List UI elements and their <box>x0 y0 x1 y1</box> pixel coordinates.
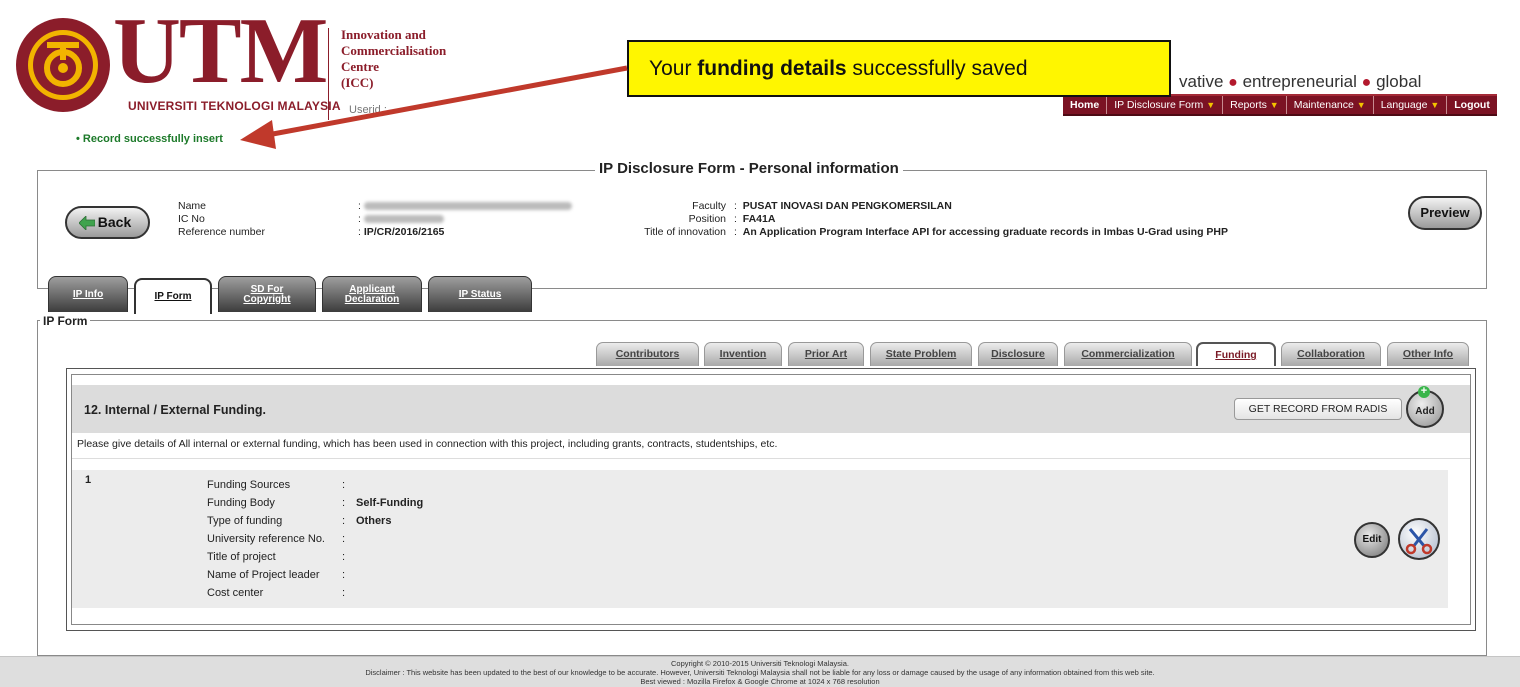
tab-prior-art[interactable]: Prior Art <box>788 342 864 366</box>
funding-body-value: Self-Funding <box>356 497 424 509</box>
record-number: 1 <box>85 474 92 486</box>
colon: : <box>342 551 346 563</box>
menu-reports[interactable]: Reports ▼ <box>1223 96 1287 114</box>
reference-value: : IP/CR/2016/2165 <box>358 226 445 238</box>
success-message: • Record successfully insert <box>76 133 223 145</box>
annotation-callout: Your funding details successfully saved <box>627 40 1171 97</box>
delete-button[interactable] <box>1398 518 1440 560</box>
caret-down-icon: ▼ <box>1206 100 1216 110</box>
tab-commercialization[interactable]: Commercialization <box>1064 342 1192 366</box>
main-menu: Home IP Disclosure Form ▼ Reports ▼ Main… <box>1063 94 1497 116</box>
icc-title: Innovation and Commercialisation Centre … <box>341 27 447 90</box>
university-ref-label: University reference No. <box>207 533 325 545</box>
tab-contributors[interactable]: Contributors <box>596 342 699 366</box>
name-value: : <box>358 200 572 213</box>
footer-disclaimer: Disclaimer : This website has been updat… <box>365 668 1155 677</box>
tab-ip-form[interactable]: IP Form <box>134 278 212 314</box>
faculty-label: Faculty <box>692 200 726 212</box>
back-arrow-icon <box>79 216 95 230</box>
scissors-icon <box>1405 528 1433 555</box>
tagline: vative ● entrepreneurial ● global <box>1179 72 1422 91</box>
funding-type-label: Type of funding <box>207 515 283 527</box>
menu-maintenance[interactable]: Maintenance ▼ <box>1287 96 1374 114</box>
title-label: Title of innovation <box>644 226 726 238</box>
colon: : <box>342 587 346 599</box>
tab-funding[interactable]: Funding <box>1196 342 1276 366</box>
tab-ip-info[interactable]: IP Info <box>48 276 128 312</box>
redacted-ic <box>363 215 444 224</box>
footer-copyright: Copyright © 2010-2015 Universiti Teknolo… <box>671 659 849 668</box>
ic-label: IC No <box>178 213 205 225</box>
name-label: Name <box>178 200 207 212</box>
funding-sources-label: Funding Sources <box>207 479 291 491</box>
funding-description: Please give details of All internal or e… <box>72 433 1470 459</box>
menu-language[interactable]: Language ▼ <box>1374 96 1448 114</box>
caret-down-icon: ▼ <box>1269 100 1279 110</box>
project-title-label: Title of project <box>207 551 276 563</box>
tab-sd-for-copyright[interactable]: SD For Copyright <box>218 276 316 312</box>
utm-crest-logo <box>16 18 110 112</box>
caret-down-icon: ▼ <box>1356 100 1366 110</box>
tab-invention[interactable]: Invention <box>704 342 782 366</box>
tab-ip-status[interactable]: IP Status <box>428 276 532 312</box>
utm-wordmark: UTM <box>113 0 328 103</box>
ic-value: : <box>358 213 444 226</box>
footer: Copyright © 2010-2015 Universiti Teknolo… <box>0 656 1520 687</box>
funding-title: 12. Internal / External Funding. <box>84 403 266 417</box>
project-leader-label: Name of Project leader <box>207 569 320 581</box>
colon: : <box>342 479 346 491</box>
tab-state-problem[interactable]: State Problem <box>870 342 972 366</box>
faculty-value: : PUSAT INOVASI DAN PENGKOMERSILAN <box>734 200 952 212</box>
get-record-from-radis-button[interactable]: GET RECORD FROM RADIS <box>1234 398 1402 420</box>
menu-ip-disclosure-form[interactable]: IP Disclosure Form ▼ <box>1107 96 1224 114</box>
funding-type-value: Others <box>356 515 392 527</box>
bullet-icon: ● <box>1361 74 1372 91</box>
ip-form-legend: IP Form <box>40 314 91 328</box>
colon: : <box>342 497 346 509</box>
preview-button[interactable]: Preview <box>1408 196 1482 230</box>
back-button[interactable]: Back <box>65 206 150 239</box>
tab-collaboration[interactable]: Collaboration <box>1281 342 1381 366</box>
university-name: UNIVERSITI TEKNOLOGI MALAYSIA <box>128 99 341 113</box>
footer-best-viewed: Best viewed : Mozilla Firefox & Google C… <box>640 677 880 686</box>
bullet-icon: ● <box>1228 74 1238 91</box>
userid-label: Userid : <box>349 104 387 116</box>
colon: : <box>342 569 346 581</box>
plus-icon: + <box>1418 386 1430 398</box>
cost-center-label: Cost center <box>207 587 264 599</box>
position-label: Position <box>688 213 726 225</box>
personal-info-legend: IP Disclosure Form - Personal informatio… <box>595 160 903 177</box>
tab-other-info[interactable]: Other Info <box>1387 342 1469 366</box>
menu-logout[interactable]: Logout <box>1447 96 1497 114</box>
tab-disclosure[interactable]: Disclosure <box>978 342 1058 366</box>
title-value: : An Application Program Interface API f… <box>734 226 1229 238</box>
header-divider <box>328 28 329 120</box>
caret-down-icon: ▼ <box>1430 100 1440 110</box>
position-value: : FA41A <box>734 213 776 225</box>
redacted-name <box>363 202 572 211</box>
tab-applicant-declaration[interactable]: Applicant Declaration <box>322 276 422 312</box>
edit-button[interactable]: Edit <box>1354 522 1390 558</box>
funding-body-label: Funding Body <box>207 497 275 509</box>
menu-home[interactable]: Home <box>1063 96 1108 114</box>
colon: : <box>342 515 346 527</box>
reference-label: Reference number <box>178 226 265 238</box>
colon: : <box>342 533 346 545</box>
